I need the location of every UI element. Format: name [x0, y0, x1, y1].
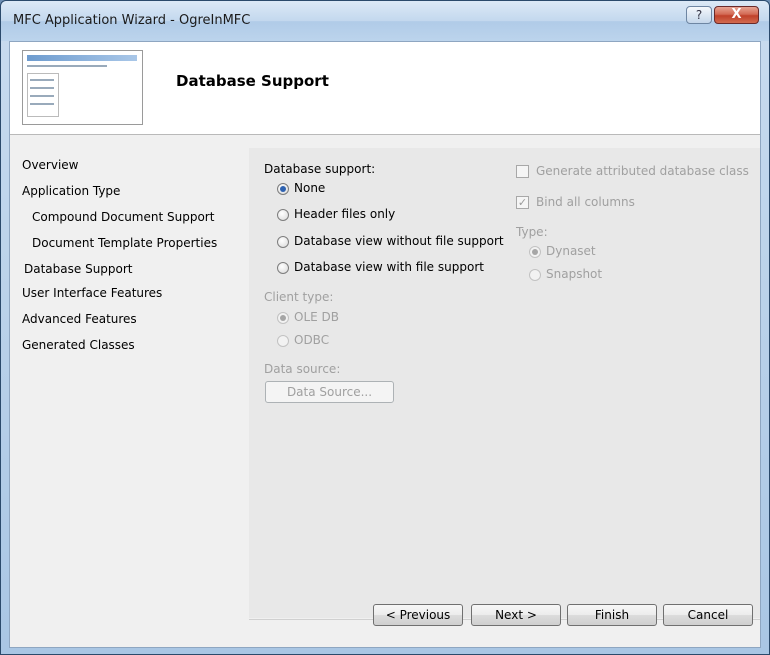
- radio-view-without-file-label: Database view without file support: [294, 234, 504, 248]
- nav-item-user-interface-features[interactable]: User Interface Features: [22, 286, 162, 300]
- title-bar: MFC Application Wizard - OgreInMFC ? X: [1, 1, 769, 41]
- wizard-thumbnail-icon: [22, 50, 143, 125]
- wizard-window: MFC Application Wizard - OgreInMFC ? X D…: [0, 0, 770, 655]
- wizard-client-area: Database Support Overview Application Ty…: [9, 41, 761, 648]
- radio-dynaset-button[interactable]: [529, 246, 541, 258]
- nav-item-document-template-properties[interactable]: Document Template Properties: [32, 236, 217, 250]
- options-pane: Database support: None Header files only…: [249, 148, 760, 618]
- data-source-button[interactable]: Data Source...: [265, 381, 394, 403]
- nav-item-compound-document-support[interactable]: Compound Document Support: [32, 210, 214, 224]
- radio-header-files-only-button[interactable]: [277, 209, 289, 221]
- client-type-label: Client type:: [264, 290, 334, 304]
- radio-ole-db-label: OLE DB: [294, 310, 339, 324]
- radio-dynaset-label: Dynaset: [546, 244, 596, 258]
- window-title: MFC Application Wizard - OgreInMFC: [13, 13, 251, 28]
- type-label: Type:: [516, 225, 548, 239]
- nav-item-overview[interactable]: Overview: [22, 158, 79, 172]
- radio-none-label: None: [294, 181, 326, 195]
- help-button[interactable]: ?: [686, 6, 712, 24]
- database-support-label: Database support:: [264, 162, 376, 176]
- radio-header-files-only-label: Header files only: [294, 207, 396, 221]
- generate-attributed-checkbox[interactable]: [516, 165, 529, 178]
- radio-view-with-file-label: Database view with file support: [294, 260, 484, 274]
- previous-button[interactable]: < Previous: [373, 604, 463, 626]
- bind-all-columns-label: Bind all columns: [536, 195, 635, 209]
- close-button[interactable]: X: [714, 6, 759, 24]
- radio-snapshot-button[interactable]: [529, 269, 541, 281]
- radio-snapshot-label: Snapshot: [546, 267, 603, 281]
- nav-item-database-support[interactable]: Database Support: [24, 262, 133, 276]
- bind-all-columns-checkbox[interactable]: ✓: [516, 196, 529, 209]
- radio-odbc-button[interactable]: [277, 335, 289, 347]
- nav-item-advanced-features[interactable]: Advanced Features: [22, 312, 137, 326]
- radio-ole-db-button[interactable]: [277, 312, 289, 324]
- cancel-button[interactable]: Cancel: [663, 604, 753, 626]
- next-button[interactable]: Next >: [471, 604, 561, 626]
- nav-item-generated-classes[interactable]: Generated Classes: [22, 338, 135, 352]
- radio-none-button[interactable]: [277, 183, 289, 195]
- generate-attributed-label: Generate attributed database class: [536, 164, 749, 178]
- finish-button[interactable]: Finish: [567, 604, 657, 626]
- help-icon: ?: [695, 8, 703, 22]
- nav-item-application-type[interactable]: Application Type: [22, 184, 120, 198]
- wizard-header: Database Support: [10, 42, 760, 135]
- close-icon: X: [731, 7, 742, 22]
- radio-view-without-file-button[interactable]: [277, 236, 289, 248]
- page-title: Database Support: [176, 72, 329, 90]
- radio-odbc-label: ODBC: [294, 333, 330, 347]
- data-source-label: Data source:: [264, 362, 341, 376]
- radio-view-with-file-button[interactable]: [277, 262, 289, 274]
